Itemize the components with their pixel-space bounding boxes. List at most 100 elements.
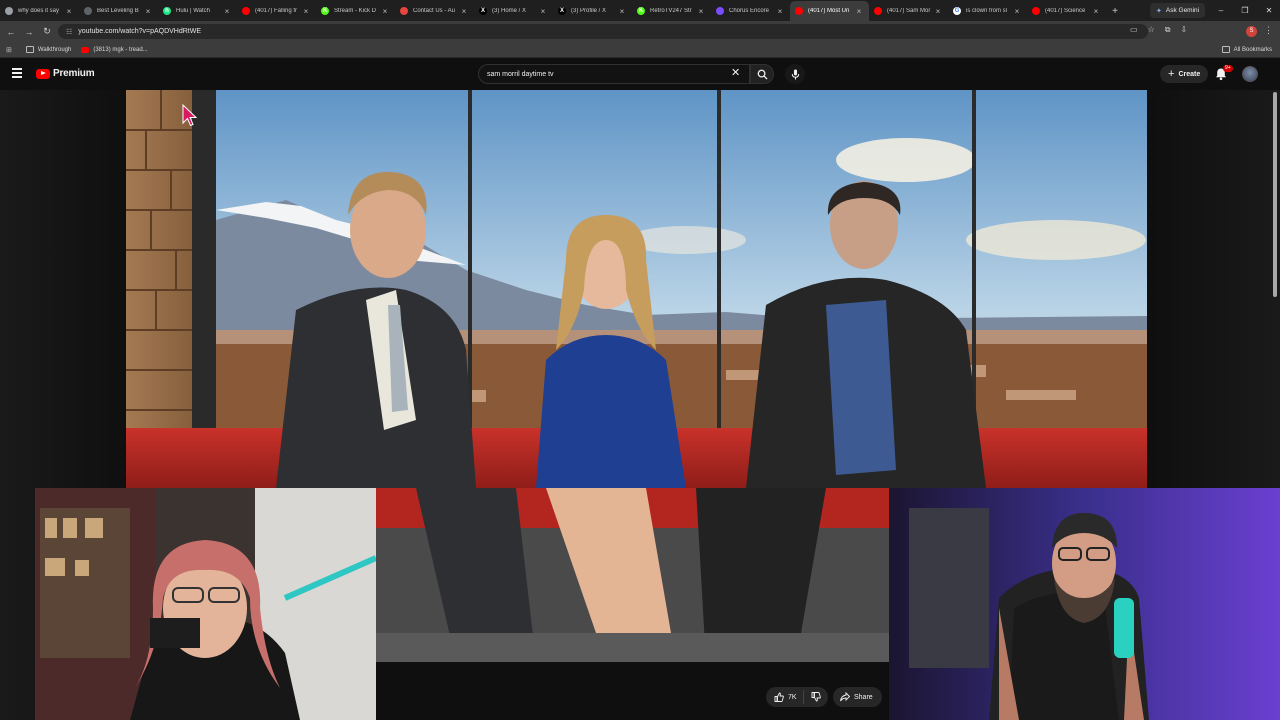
tab-title: Stream - Kick D (334, 8, 377, 14)
downloads-icon[interactable]: ⇩ (1180, 25, 1187, 35)
tab-favicon-icon: K (637, 7, 645, 15)
tab-favicon-icon (716, 7, 724, 15)
tab-close-icon[interactable]: × (617, 7, 627, 16)
close-window-button[interactable]: ✕ (1258, 3, 1280, 18)
url-text: youtube.com/watch?v=pAQDVHdRtWE (78, 28, 202, 35)
ask-gemini-button[interactable]: ✦ Ask Gemini (1150, 3, 1206, 18)
tab-close-icon[interactable]: × (933, 7, 943, 16)
tab-title: (4017) Most Un (808, 8, 850, 14)
tab-favicon-icon (1032, 7, 1040, 15)
share-arrow-icon (840, 692, 850, 702)
youtube-logo[interactable]: Premium (36, 68, 95, 79)
all-bookmarks-label: All Bookmarks (1233, 46, 1272, 53)
like-button[interactable]: 7K (766, 690, 804, 704)
search-button[interactable] (750, 64, 774, 84)
tab-close-icon[interactable]: × (459, 7, 469, 16)
account-avatar[interactable] (1242, 66, 1258, 82)
tab-close-icon[interactable]: × (143, 7, 153, 16)
tab-title: Hulu | Watch (176, 8, 211, 14)
all-bookmarks-button[interactable]: All Bookmarks (1221, 46, 1272, 53)
thumbs-up-icon (774, 692, 784, 702)
tab-close-icon[interactable]: × (538, 7, 548, 16)
microphone-icon (791, 68, 799, 80)
folder-icon (1221, 46, 1230, 53)
guide-menu-icon[interactable] (12, 68, 22, 80)
browser-tab[interactable]: h Hulu | Watch × (158, 1, 237, 21)
tab-close-icon[interactable]: × (696, 7, 706, 16)
share-button[interactable]: Share (833, 687, 882, 707)
search-input[interactable]: sam morril daytime tv (478, 64, 750, 84)
browser-tab[interactable]: why does it say × (0, 1, 79, 21)
maximize-button[interactable]: ❐ (1234, 3, 1256, 18)
tab-close-icon[interactable]: × (1012, 7, 1022, 16)
tab-favicon-icon (242, 7, 250, 15)
profile-avatar[interactable]: S (1246, 26, 1257, 37)
tab-close-icon[interactable]: × (301, 7, 311, 16)
reload-icon[interactable]: ↻ (38, 26, 56, 37)
tab-favicon-icon: h (163, 7, 171, 15)
tab-favicon-icon: G (953, 7, 961, 15)
tab-close-icon[interactable]: × (64, 7, 74, 16)
tab-favicon-icon (5, 7, 13, 15)
browser-tab[interactable]: K Stream - Kick D × (316, 1, 395, 21)
chrome-menu-icon[interactable]: ⋮ (1264, 25, 1273, 36)
youtube-icon (81, 46, 90, 53)
browser-tab[interactable]: (4017) Falling fr × (237, 1, 316, 21)
tab-close-icon[interactable]: × (854, 7, 864, 16)
voice-search-button[interactable] (785, 64, 805, 84)
search-query: sam morril daytime tv (487, 70, 554, 78)
browser-tab[interactable]: (4017) Most Un × (790, 1, 869, 21)
clear-search-icon[interactable]: ✕ (731, 66, 740, 79)
tab-favicon-icon: X (558, 7, 566, 15)
bookmark-label: (3813) mgk - tread... (93, 46, 148, 53)
tab-title: (4017) Sam Mor (887, 8, 931, 14)
tab-title: Chorus Encore (729, 8, 770, 14)
bookmark-mgk[interactable]: (3813) mgk - tread... (81, 46, 148, 53)
bookmark-walkthrough[interactable]: Walkthrough (25, 46, 72, 53)
browser-tab[interactable]: Chorus Encore × (711, 1, 790, 21)
tab-favicon-icon: K (321, 7, 329, 15)
video-player[interactable] (126, 90, 1147, 488)
video-frame (126, 90, 1147, 488)
tab-title: Best Leveling B (97, 8, 139, 14)
create-button[interactable]: + Create (1160, 65, 1209, 83)
tab-close-icon[interactable]: × (380, 7, 390, 16)
tab-favicon-icon (400, 7, 408, 15)
browser-tab[interactable]: (4017) Science × (1027, 1, 1106, 21)
tab-close-icon[interactable]: × (775, 7, 785, 16)
thumbs-down-icon (811, 692, 821, 702)
logo-text: Premium (53, 68, 95, 79)
address-bar[interactable]: ☷ youtube.com/watch?v=pAQDVHdRtWE (58, 24, 1148, 39)
browser-tab[interactable]: X (3) Home / X × (474, 1, 553, 21)
cast-icon[interactable]: ▭ (1130, 25, 1138, 35)
browser-tab[interactable]: (4017) Sam Mor × (869, 1, 948, 21)
bookmark-star-icon[interactable]: ☆ (1148, 25, 1155, 35)
browser-tab-strip: why does it say × Best Leveling B × h Hulu | … (0, 0, 1280, 21)
bookmark-label: Walkthrough (37, 46, 72, 53)
site-info-icon[interactable]: ☷ (66, 28, 72, 36)
youtube-masthead: Premium sam morril daytime tv ✕ + Create… (0, 58, 1280, 91)
tab-close-icon[interactable]: × (1091, 7, 1101, 16)
back-arrow-icon[interactable]: ← (2, 27, 20, 37)
tab-title: (3) Home / X (492, 8, 527, 14)
browser-tab[interactable]: Contact Us - Au × (395, 1, 474, 21)
minimize-button[interactable]: – (1210, 3, 1232, 18)
new-tab-button[interactable]: + (1106, 1, 1124, 21)
tab-title: RetroTV247 Str (650, 8, 692, 14)
plus-icon: + (1168, 68, 1175, 80)
tab-title: Contact Us - Au (413, 8, 456, 14)
tab-favicon-icon (84, 7, 92, 15)
page-scrollbar[interactable] (1273, 92, 1277, 297)
webcam-right-streamer (889, 488, 1280, 720)
apps-grid-icon[interactable]: ⊞ (6, 46, 12, 54)
mouse-cursor-icon (182, 104, 198, 127)
browser-tab[interactable]: X (3) Profile / X × (553, 1, 632, 21)
browser-tab[interactable]: Gis clown from sl × (948, 1, 1027, 21)
tab-close-icon[interactable]: × (222, 7, 232, 16)
extensions-icon[interactable]: ⧉ (1165, 25, 1171, 35)
dislike-button[interactable] (804, 692, 828, 702)
tab-title: (4017) Science (1045, 8, 1086, 14)
browser-tab[interactable]: Best Leveling B × (79, 1, 158, 21)
forward-arrow-icon[interactable]: → (20, 27, 38, 37)
browser-tab[interactable]: K RetroTV247 Str × (632, 1, 711, 21)
